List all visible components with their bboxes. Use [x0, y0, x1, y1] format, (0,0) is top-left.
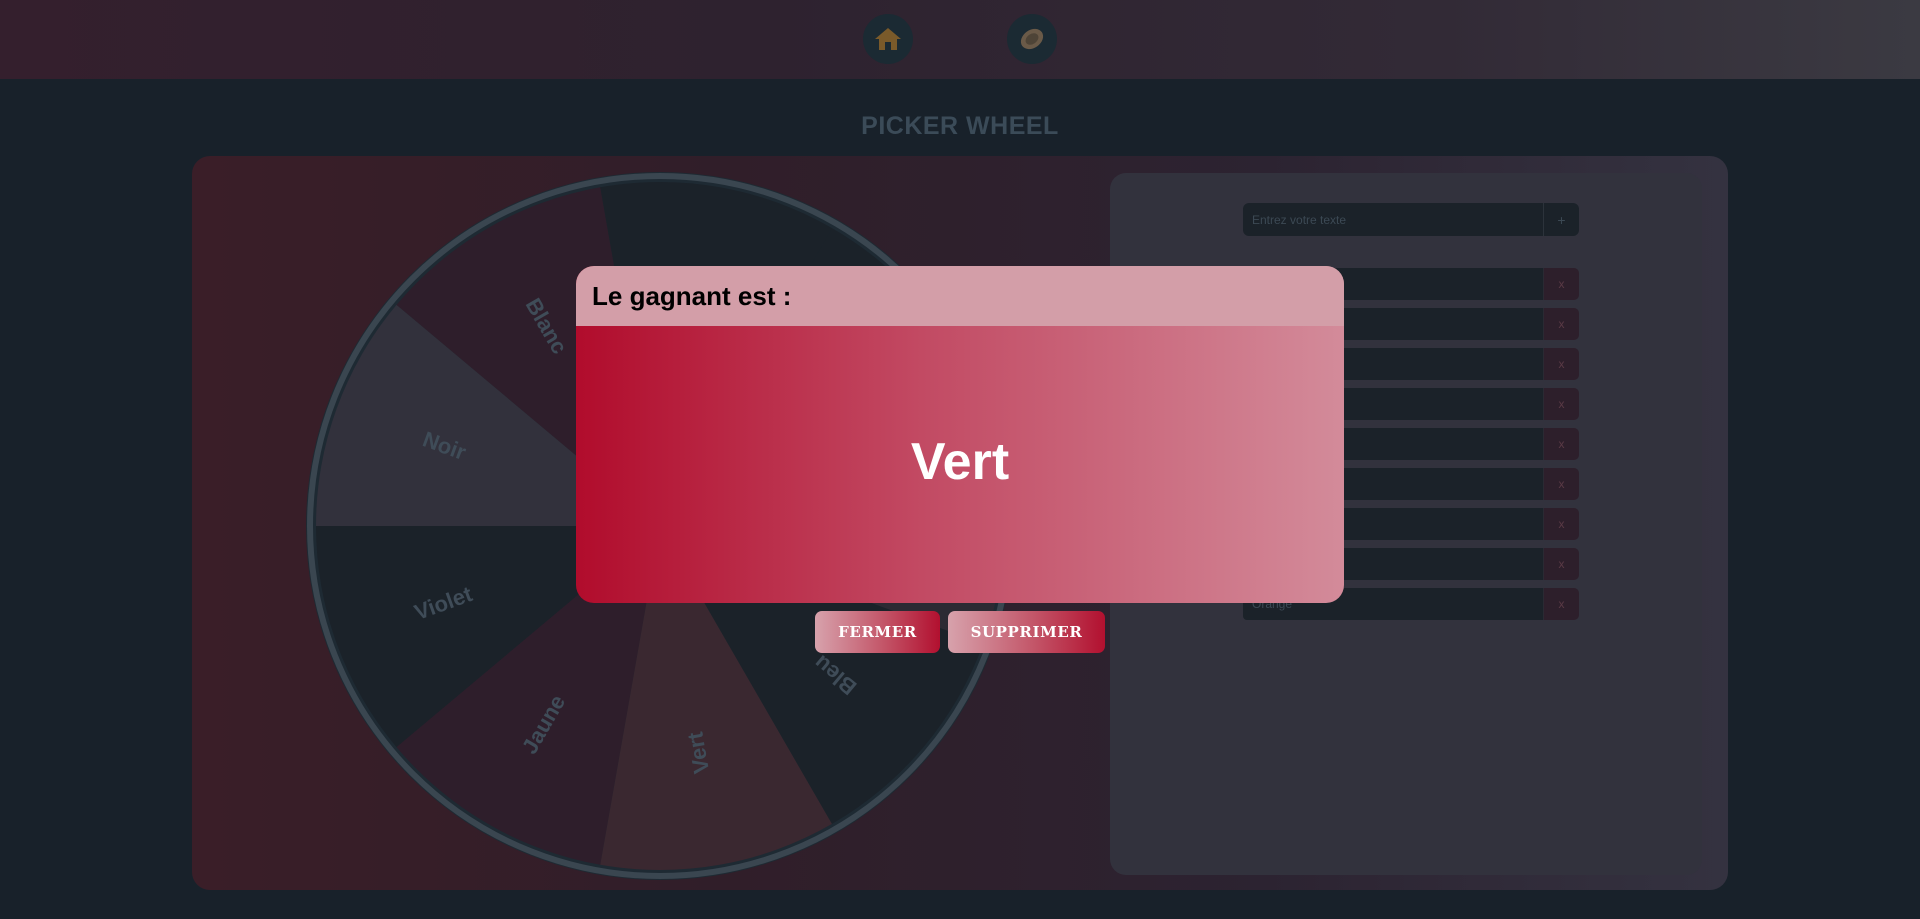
page-title: PICKER WHEEL — [861, 112, 1059, 140]
wheel-nav-button[interactable] — [1007, 14, 1057, 64]
delete-entry-button[interactable]: x — [1543, 468, 1579, 500]
winner-modal: Le gagnant est : Vert — [576, 266, 1344, 603]
add-entry-row: + — [1243, 203, 1579, 236]
delete-entry-button[interactable]: x — [1543, 348, 1579, 380]
entry-text-input[interactable] — [1243, 203, 1543, 236]
winner-text: Vert — [910, 433, 1010, 491]
delete-entry-button[interactable]: x — [1543, 308, 1579, 340]
delete-entry-button[interactable]: x — [1543, 268, 1579, 300]
delete-winner-button[interactable]: SUPPRIMER — [948, 611, 1105, 653]
delete-entry-button[interactable]: x — [1543, 388, 1579, 420]
close-button[interactable]: FERMER — [815, 611, 940, 653]
top-nav — [0, 0, 1920, 79]
modal-title: Le gagnant est : — [592, 280, 792, 311]
delete-entry-button[interactable]: x — [1543, 428, 1579, 460]
delete-entry-button[interactable]: x — [1543, 548, 1579, 580]
wheel-icon — [1020, 28, 1044, 50]
modal-header: Le gagnant est : — [576, 266, 1344, 326]
delete-entry-button[interactable]: x — [1543, 508, 1579, 540]
home-icon — [875, 28, 901, 50]
delete-entry-button[interactable]: x — [1543, 588, 1579, 620]
home-nav-button[interactable] — [863, 14, 913, 64]
add-entry-button[interactable]: + — [1543, 203, 1579, 236]
